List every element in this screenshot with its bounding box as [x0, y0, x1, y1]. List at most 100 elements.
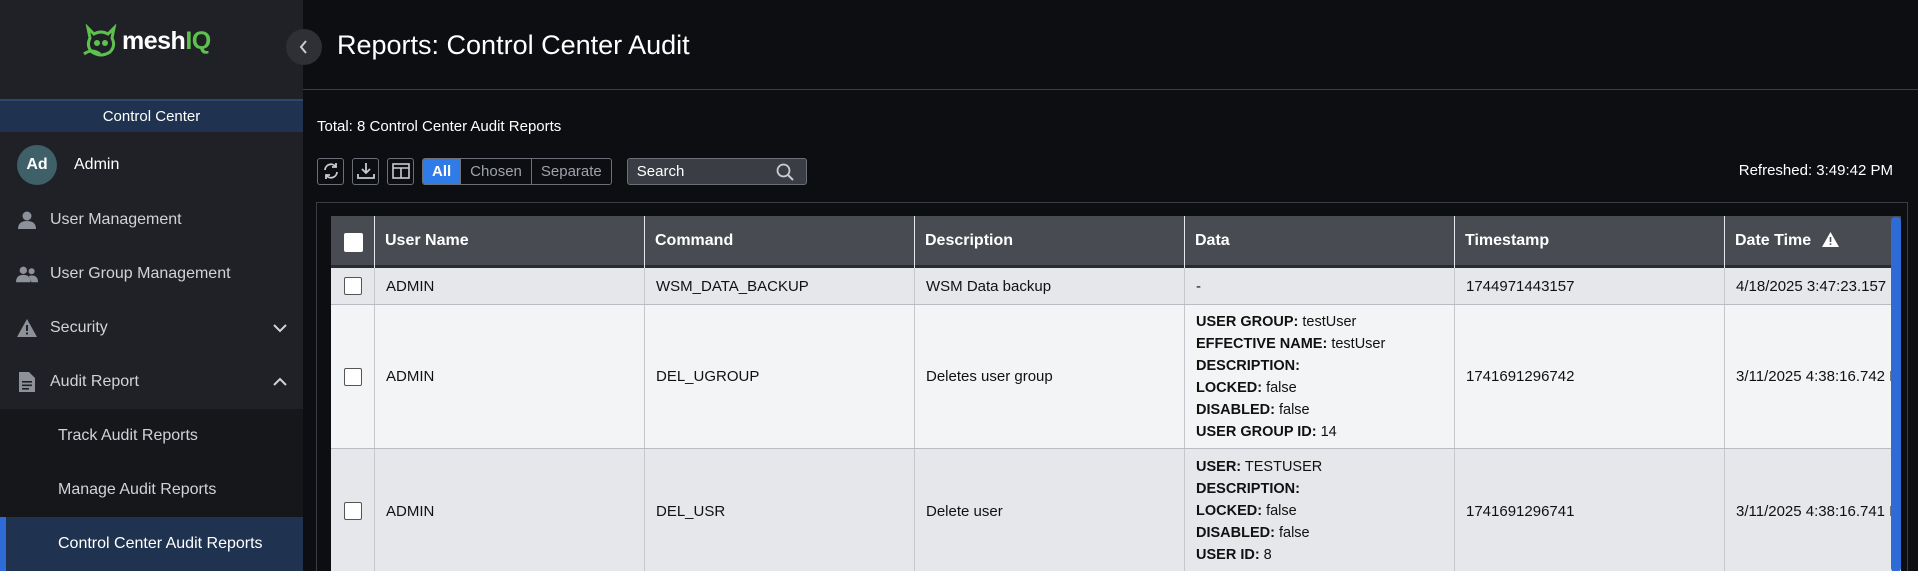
- row-checkbox[interactable]: [344, 502, 362, 520]
- sidebar-item-user-management[interactable]: User Management: [0, 193, 303, 247]
- data-key: DISABLED:: [1196, 401, 1275, 418]
- total-count: Total: 8 Control Center Audit Reports: [317, 118, 562, 135]
- chevron-down-icon[interactable]: [272, 320, 288, 336]
- cell-description: Delete user: [915, 449, 1185, 571]
- sidebar-item-label: User Management: [50, 211, 182, 228]
- sidebar: meshIQ Control Center Ad Admin User Mana…: [0, 0, 303, 571]
- data-line: USER ID: 8: [1196, 544, 1272, 566]
- cell-data: USER: TESTUSER DESCRIPTION: LOCKED: fals…: [1185, 449, 1455, 571]
- cell-description: WSM Data backup: [915, 268, 1185, 304]
- cell-date-time: 4/18/2025 3:47:23.157 P: [1736, 277, 1901, 295]
- select-all-checkbox[interactable]: [344, 233, 363, 252]
- column-header-command[interactable]: Command: [645, 216, 915, 268]
- page-title: Reports: Control Center Audit: [337, 30, 690, 60]
- column-header-user-name[interactable]: User Name: [375, 216, 645, 268]
- app-window: meshIQ Control Center Ad Admin User Mana…: [0, 0, 1918, 571]
- cell-user-name: ADMIN: [375, 268, 645, 304]
- audit-table: User Name Command Description Data Times…: [331, 216, 1901, 571]
- data-value: TESTUSER: [1241, 459, 1323, 475]
- cell-command: DEL_UGROUP: [645, 305, 915, 448]
- data-key: USER GROUP ID:: [1196, 423, 1317, 440]
- section-title-control-center: Control Center: [0, 99, 303, 132]
- table-header-row: User Name Command Description Data Times…: [331, 216, 1901, 268]
- data-value: testUser: [1327, 335, 1386, 352]
- chevron-up-icon[interactable]: [272, 374, 288, 390]
- refreshed-time: Refreshed: 3:49:42 PM: [1738, 162, 1893, 179]
- cell-user-name: ADMIN: [375, 449, 645, 571]
- data-key: LOCKED:: [1196, 503, 1263, 519]
- cell-date-time: 3/11/2025 4:38:16.742 P: [1736, 368, 1900, 385]
- data-line: USER: TESTUSER: [1196, 456, 1322, 478]
- row-checkbox[interactable]: [344, 367, 362, 386]
- data-key: DESCRIPTION:: [1196, 357, 1300, 374]
- refresh-button[interactable]: [317, 157, 344, 185]
- table-row[interactable]: ADMIN DEL_UGROUP Deletes user group USER…: [331, 305, 1901, 449]
- owl-logo-icon: [83, 24, 117, 57]
- sidebar-item-user-group-management[interactable]: User Group Management: [0, 247, 303, 301]
- user-profile[interactable]: Ad Admin: [17, 145, 119, 185]
- download-button[interactable]: [352, 157, 379, 185]
- data-key: EFFECTIVE NAME:: [1196, 335, 1328, 352]
- sidebar-collapse-button[interactable]: [286, 29, 322, 65]
- data-line: DESCRIPTION:: [1196, 355, 1300, 377]
- data-line: DISABLED: false: [1196, 522, 1310, 544]
- data-key: LOCKED:: [1196, 379, 1263, 396]
- sidebar-item-security[interactable]: Security: [0, 301, 303, 355]
- header-select-cell: [331, 216, 375, 268]
- column-header-timestamp[interactable]: Timestamp: [1455, 216, 1725, 268]
- data-value: false: [1274, 401, 1310, 418]
- search-icon[interactable]: [776, 163, 794, 181]
- data-line: LOCKED: false: [1196, 500, 1297, 522]
- avatar: Ad: [17, 145, 57, 185]
- table-scrollbar[interactable]: [1891, 217, 1901, 571]
- view-mode-chosen[interactable]: Chosen: [460, 158, 531, 184]
- data-key: USER ID:: [1196, 547, 1260, 563]
- table-row[interactable]: ADMIN WSM_DATA_BACKUP WSM Data backup - …: [331, 268, 1901, 305]
- person-icon: [16, 209, 38, 231]
- view-mode-all[interactable]: All: [423, 158, 461, 184]
- data-line: EFFECTIVE NAME: testUser: [1196, 333, 1385, 355]
- sidebar-subitem-track-audit-reports[interactable]: Track Audit Reports: [0, 409, 303, 463]
- search-input[interactable]: [627, 158, 768, 184]
- document-icon: [16, 371, 38, 393]
- sidebar-item-label: User Group Management: [50, 265, 231, 282]
- toolbar: All Chosen Separate: [317, 157, 807, 185]
- logo-iq: IQ: [185, 26, 211, 55]
- data-line: DISABLED: false: [1196, 399, 1310, 421]
- column-header-description[interactable]: Description: [915, 216, 1185, 268]
- meshiq-logo[interactable]: meshIQ: [82, 24, 211, 58]
- sidebar-subitem-manage-audit-reports[interactable]: Manage Audit Reports: [0, 463, 303, 517]
- cell-data: -: [1185, 268, 1455, 304]
- columns-icon: [391, 163, 410, 179]
- data-value: 8: [1259, 547, 1272, 563]
- row-checkbox[interactable]: [344, 277, 362, 295]
- column-header-data[interactable]: Data: [1185, 216, 1455, 268]
- warning-icon: [16, 317, 38, 339]
- search-box: [626, 157, 807, 185]
- data-key: DISABLED:: [1196, 525, 1275, 541]
- main-content: Reports: Control Center Audit Total: 8 C…: [303, 0, 1918, 571]
- column-header-label: Date Time: [1735, 232, 1812, 249]
- row-select-cell: [331, 305, 375, 448]
- data-value: testUser: [1298, 313, 1357, 330]
- people-icon: [16, 263, 38, 285]
- cell-timestamp: 1741691296742: [1455, 305, 1725, 448]
- data-key: USER GROUP:: [1196, 313, 1299, 330]
- warning-icon: [1821, 232, 1839, 247]
- data-value: false: [1274, 525, 1310, 541]
- sidebar-item-audit-report[interactable]: Audit Report: [0, 355, 303, 409]
- column-header-date-time[interactable]: Date Time: [1725, 216, 1901, 268]
- columns-button[interactable]: [387, 157, 414, 185]
- data-value: false: [1262, 503, 1297, 519]
- header-divider: [303, 89, 1918, 90]
- cell-timestamp: 1741691296741: [1455, 449, 1725, 571]
- view-mode-separate[interactable]: Separate: [530, 158, 611, 184]
- sidebar-subitem-control-center-audit-reports[interactable]: Control Center Audit Reports: [0, 517, 303, 571]
- table-row[interactable]: ADMIN DEL_USR Delete user USER: TESTUSER…: [331, 449, 1901, 571]
- cell-command: WSM_DATA_BACKUP: [645, 268, 915, 304]
- data-line: DESCRIPTION:: [1196, 478, 1300, 500]
- row-select-cell: [331, 268, 375, 304]
- table-container: User Name Command Description Data Times…: [316, 202, 1908, 571]
- chevron-left-icon: [299, 40, 307, 54]
- data-value: false: [1262, 379, 1297, 396]
